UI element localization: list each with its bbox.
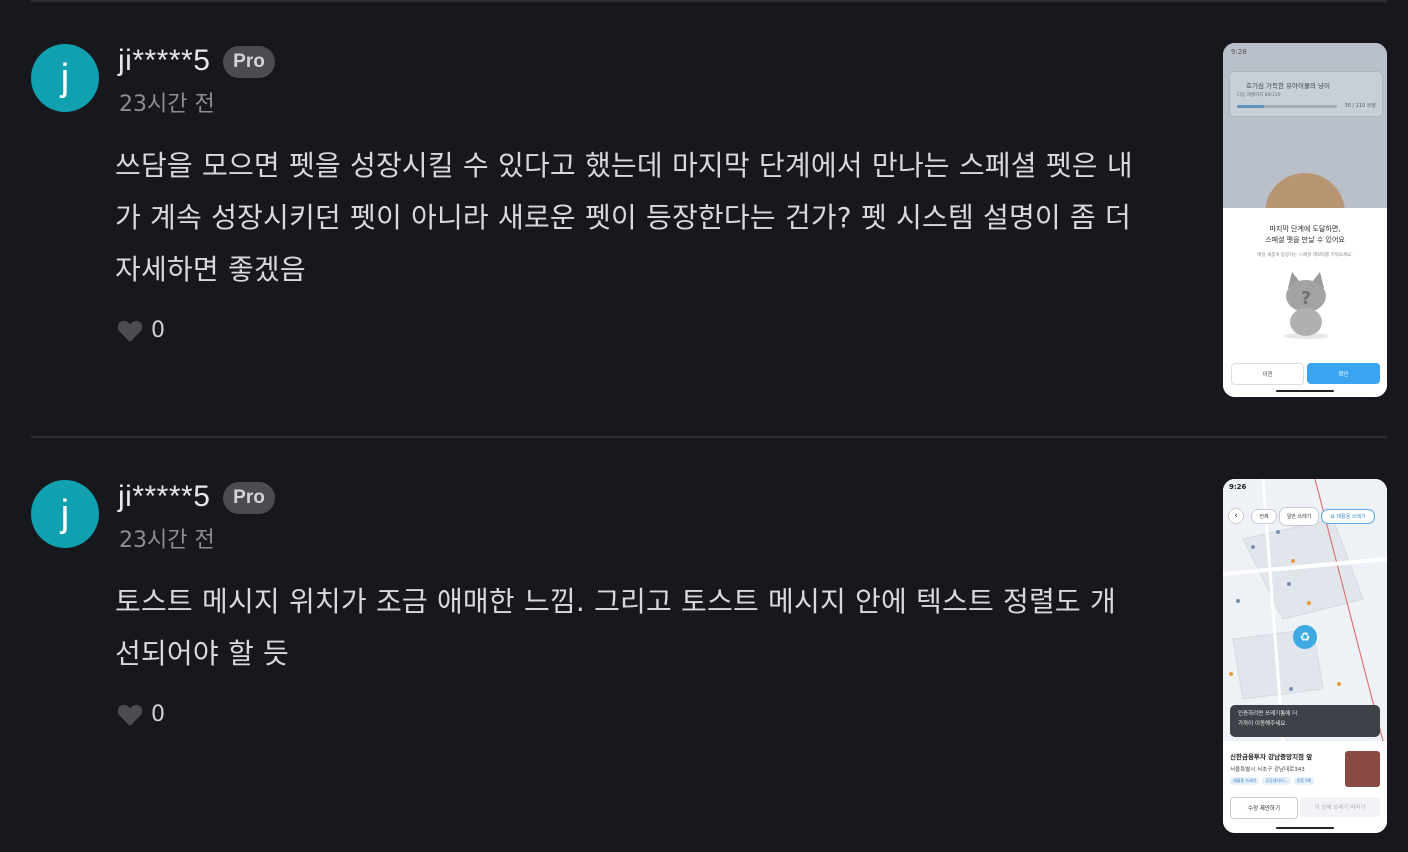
comment-text: 토스트 메시지 위치가 조금 애매한 느낌. 그리고 토스트 메시지 안에 텍스… bbox=[115, 576, 1195, 680]
pet-image bbox=[1265, 173, 1345, 213]
chip-recycle: ♻ 재활용 쓰레기 bbox=[1321, 509, 1375, 524]
pet-level-title: 호기심 가득한 유아이몰의 냥이 bbox=[1246, 82, 1330, 90]
mystery-pet-icon: ? bbox=[1284, 272, 1328, 339]
toast-message: 인증하려면 쓰레기통에 더 가까이 이동해주세요. bbox=[1230, 705, 1380, 737]
pet-progress-text: 30 / 110 쓰담 bbox=[1344, 103, 1376, 109]
like-button[interactable]: 0 bbox=[117, 702, 165, 727]
heart-icon bbox=[117, 320, 143, 342]
attached-screenshot[interactable]: 9:26 ‹ 전체 일반 쓰레기 ♻ 재활용 쓰레기 ♻ 인증하려면 쓰레기통에… bbox=[1223, 479, 1387, 833]
like-count: 0 bbox=[151, 318, 165, 343]
username[interactable]: ji*****5 bbox=[118, 44, 210, 78]
place-tag: 인증 0회 bbox=[1293, 777, 1315, 785]
pet-level-card: 호기심 가득한 유아이몰의 냥이 다음 레벨까지 80/110 30 / 110… bbox=[1229, 71, 1383, 117]
confirm-button: 확인 bbox=[1307, 363, 1380, 384]
suggest-edit-button: 수정 제안하기 bbox=[1230, 797, 1298, 819]
pet-screen-header: 9:28 호기심 가득한 유아이몰의 냥이 다음 레벨까지 80/110 30 … bbox=[1223, 43, 1387, 213]
comment-text: 쓰담을 모으면 펫을 성장시킬 수 있다고 했는데 마지막 단계에서 만나는 스… bbox=[115, 140, 1195, 296]
comment-text-line: 토스트 메시지 위치가 조금 애매한 느낌. 그리고 토스트 메시지 안에 텍스… bbox=[115, 585, 1116, 618]
sheet-title: 마지막 단계에 도달하면, 스페셜 펫을 만날 수 있어요 bbox=[1265, 225, 1345, 244]
place-sheet: 신한금융투자 강남중앙지점 앞 서울특별시 서초구 강남대로343 재활용 쓰레… bbox=[1223, 741, 1387, 833]
place-photo bbox=[1345, 751, 1380, 787]
place-tags: 재활용 쓰레기 공공데이터... 인증 0회 bbox=[1230, 777, 1315, 785]
avatar-letter: j bbox=[60, 56, 70, 99]
timestamp: 23시간 전 bbox=[119, 528, 215, 553]
comment-text-line: 자세하면 좋겠음 bbox=[115, 253, 306, 286]
place-address: 서울특별시 서초구 강남대로343 bbox=[1230, 767, 1305, 773]
chip-all: 전체 bbox=[1251, 509, 1277, 524]
timestamp: 23시간 전 bbox=[119, 92, 215, 117]
comment-text-line: 쓰담을 모으면 펫을 성장시킬 수 있다고 했는데 마지막 단계에서 만나는 스… bbox=[115, 149, 1133, 182]
pro-badge: Pro bbox=[223, 482, 275, 514]
avatar[interactable]: j bbox=[31, 44, 99, 112]
pro-badge-label: Pro bbox=[233, 51, 265, 72]
pet-progress-fill bbox=[1237, 105, 1264, 108]
place-tag: 재활용 쓰레기 bbox=[1230, 777, 1260, 785]
place-tag: 공공데이터... bbox=[1262, 777, 1291, 785]
recycle-bin-marker-icon: ♻ bbox=[1293, 625, 1317, 649]
comment-text-line: 가 계속 성장시키던 펫이 아니라 새로운 펫이 등장한다는 건가? 펫 시스템… bbox=[115, 201, 1132, 234]
chip-general: 일반 쓰레기 bbox=[1279, 507, 1319, 526]
status-time: 9:28 bbox=[1231, 48, 1247, 56]
home-indicator bbox=[1276, 390, 1334, 392]
bottom-sheet: 마지막 단계에 도달하면, 스페셜 펫을 만날 수 있어요 매일 새롭게 등장하… bbox=[1223, 208, 1387, 397]
avatar-letter: j bbox=[60, 492, 70, 535]
sheet-subtitle: 매일 새롭게 등장하는 스페셜 캐릭터를 키워보세요. bbox=[1257, 253, 1353, 258]
svg-text:?: ? bbox=[1301, 288, 1311, 309]
status-time: 9:26 bbox=[1229, 483, 1247, 491]
pet-progress-bar bbox=[1237, 105, 1337, 108]
like-count: 0 bbox=[151, 702, 165, 727]
username[interactable]: ji*****5 bbox=[118, 480, 210, 514]
pet-level-sub: 다음 레벨까지 80/110 bbox=[1237, 93, 1281, 98]
pro-badge-label: Pro bbox=[233, 487, 265, 508]
throw-away-button: 이 곳에 쓰레기 버리기 bbox=[1300, 797, 1380, 817]
comment-divider bbox=[31, 436, 1387, 438]
prev-button: 이전 bbox=[1231, 363, 1304, 385]
map-view: 9:26 ‹ 전체 일반 쓰레기 ♻ 재활용 쓰레기 ♻ 인증하려면 쓰레기통에… bbox=[1223, 479, 1387, 741]
pro-badge: Pro bbox=[223, 46, 275, 78]
top-divider bbox=[31, 0, 1387, 2]
like-button[interactable]: 0 bbox=[117, 318, 165, 343]
back-icon: ‹ bbox=[1228, 508, 1244, 524]
place-name: 신한금융투자 강남중앙지점 앞 bbox=[1230, 753, 1313, 761]
home-indicator bbox=[1276, 827, 1334, 829]
heart-icon bbox=[117, 704, 143, 726]
comment-text-line: 선되어야 할 듯 bbox=[115, 637, 289, 670]
avatar[interactable]: j bbox=[31, 480, 99, 548]
attached-screenshot[interactable]: 9:28 호기심 가득한 유아이몰의 냥이 다음 레벨까지 80/110 30 … bbox=[1223, 43, 1387, 397]
